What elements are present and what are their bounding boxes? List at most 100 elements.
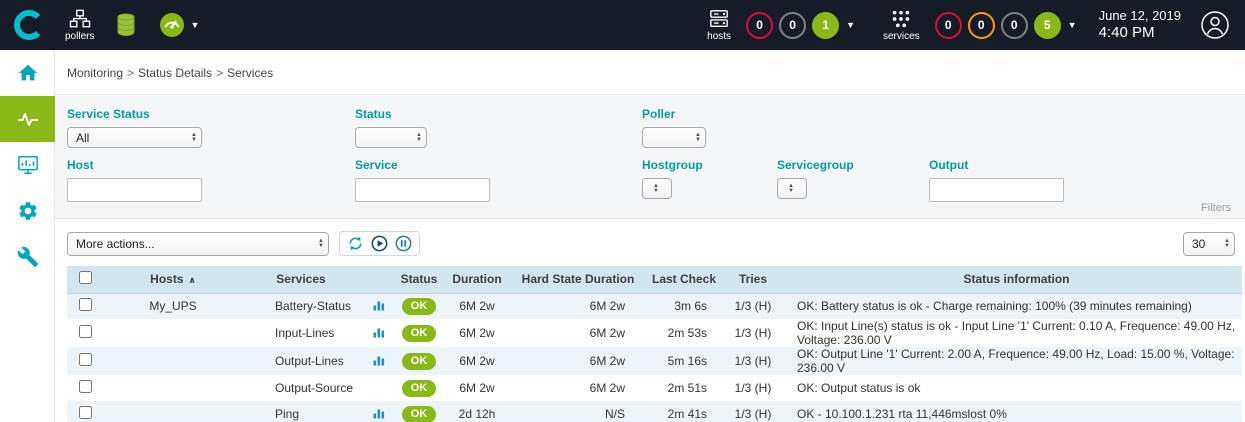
breadcrumb-item[interactable]: Monitoring [67,66,123,80]
graph-icon[interactable] [373,354,385,369]
topbar-hosts[interactable]: hosts [707,9,731,42]
status-information-cell: OK: Output Line '1' Current: 2.00 A, Fre… [785,347,1242,375]
breadcrumb-item[interactable]: Services [227,66,273,80]
page-size-select[interactable]: 30 ▲▼ [1183,232,1235,256]
status-select[interactable]: ▲▼ [355,127,427,148]
topbar-database[interactable] [114,12,138,38]
status-badge: OK [402,353,437,370]
tries-cell: 1/3 (H) [721,401,785,422]
tries-cell: 1/3 (H) [721,375,785,401]
host-input[interactable] [67,178,202,202]
status-information-cell: OK: Battery status is ok - Charge remain… [785,293,1242,319]
header-hosts[interactable]: Hosts∧ [103,266,243,293]
chevron-updown-icon: ▲▼ [653,184,659,194]
more-actions-value: More actions... [76,237,155,251]
topbar-services-group: services 0005 ▼ [879,9,1077,42]
header-status[interactable]: Status [393,266,445,293]
chevron-down-icon[interactable]: ▼ [846,20,855,30]
poller-label: Poller [642,107,706,121]
last-check-cell: 3m 6s [641,293,721,319]
service-name[interactable]: Output-Lines [243,347,365,375]
sidebar-item-reporting[interactable] [0,142,55,188]
topbar-poller-state[interactable]: ▼ [158,11,199,39]
sort-asc-icon: ∧ [189,275,196,285]
topbar-hosts-group: hosts 001 ▼ [703,9,855,42]
header-status-information[interactable]: Status information [785,266,1242,293]
hard-state-duration-cell: 6M 2w [509,375,641,401]
tries-cell: 1/3 (H) [721,319,785,347]
header-duration[interactable]: Duration [445,266,509,293]
service-input[interactable] [355,178,490,202]
status-badge: OK [402,325,437,342]
row-checkbox[interactable] [79,353,92,366]
status-counter[interactable]: 0 [1001,12,1028,39]
gear-icon [17,200,39,222]
output-input[interactable] [929,178,1064,202]
table-row: Ping OK 2d 12h N/S 2m 41s 1/3 (H) OK - 1… [67,401,1242,422]
table-row: Input-Lines OK 6M 2w 6M 2w 2m 53s 1/3 (H… [67,319,1242,347]
status-counter[interactable]: 0 [746,12,773,39]
host-name[interactable] [103,401,243,422]
breadcrumb: Monitoring>Status Details>Services [55,50,1245,94]
filters-caption: Filters [1201,202,1231,214]
header-hard-state-duration[interactable]: Hard State Duration [509,266,641,293]
sidebar-item-administration[interactable] [0,234,55,280]
hosts-label: hosts [707,31,731,42]
sidebar-item-home[interactable] [0,50,55,96]
host-name[interactable]: My_UPS [103,293,243,319]
user-icon [1199,9,1231,41]
host-name[interactable] [103,375,243,401]
status-counter[interactable]: 0 [779,12,806,39]
graph-icon[interactable] [373,326,385,341]
duration-cell: 6M 2w [445,347,509,375]
service-name[interactable]: Output-Source [243,375,365,401]
user-profile-button[interactable] [1199,9,1231,41]
poller-state-ok-icon [158,11,186,39]
header-last-check[interactable]: Last Check [641,266,721,293]
poller-select[interactable]: ▲▼ [642,127,706,148]
status-counter[interactable]: 1 [812,12,839,39]
chevron-updown-icon: ▲▼ [1224,239,1230,249]
sidebar-item-configuration[interactable] [0,188,55,234]
topbar-pollers[interactable]: pollers [65,9,94,42]
centreon-logo-icon [13,10,43,40]
last-check-cell: 2m 51s [641,375,721,401]
monitoring-pulse-icon [16,107,40,131]
actions-toolbar: More actions... ▲▼ 30 ▲▼ [55,219,1245,266]
status-counter[interactable]: 0 [935,12,962,39]
graph-icon[interactable] [373,407,385,422]
pollers-label: pollers [65,31,94,42]
play-icon[interactable] [371,235,388,252]
select-all-checkbox[interactable] [79,271,92,284]
servicegroup-select[interactable]: ▲▼ [777,178,807,199]
service-name[interactable]: Battery-Status [243,293,365,319]
row-checkbox[interactable] [79,380,92,393]
hostgroup-select[interactable]: ▲▼ [642,178,672,199]
sidebar-item-monitoring[interactable] [0,96,55,142]
graph-icon[interactable] [373,299,385,314]
reporting-chart-icon [17,154,39,176]
refresh-icon[interactable] [347,235,364,252]
table-row: Output-Lines OK 6M 2w 6M 2w 5m 16s 1/3 (… [67,347,1242,375]
row-checkbox[interactable] [79,298,92,311]
pause-icon[interactable] [395,235,412,252]
table-row: My_UPS Battery-Status OK 6M 2w 6M 2w 3m … [67,293,1242,319]
status-counter[interactable]: 0 [968,12,995,39]
topbar-services[interactable]: services [883,9,920,42]
centreon-logo[interactable] [0,0,55,50]
chevron-updown-icon: ▲▼ [416,133,422,143]
host-name[interactable] [103,347,243,375]
header-tries[interactable]: Tries [721,266,785,293]
status-counter[interactable]: 5 [1034,12,1061,39]
row-checkbox[interactable] [79,406,92,419]
header-services[interactable]: Services [243,266,365,293]
chevron-down-icon[interactable]: ▼ [1068,20,1077,30]
service-name[interactable]: Ping [243,401,365,422]
service-status-select[interactable]: All ▲▼ [67,127,202,148]
more-actions-select[interactable]: More actions... ▲▼ [67,232,329,256]
host-name[interactable] [103,319,243,347]
row-checkbox[interactable] [79,325,92,338]
filter-panel: Service Status All ▲▼ Status ▲▼ Poller ▲… [55,94,1245,219]
breadcrumb-item[interactable]: Status Details [138,66,212,80]
service-name[interactable]: Input-Lines [243,319,365,347]
